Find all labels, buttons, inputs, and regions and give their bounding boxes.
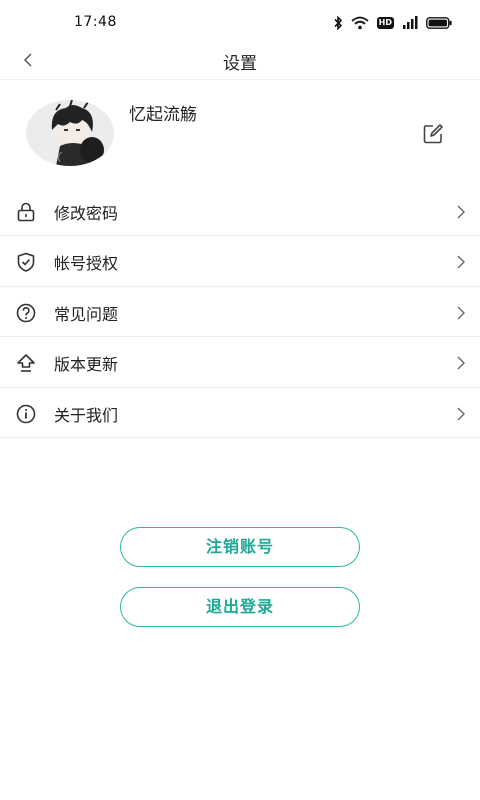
nav-divider xyxy=(0,79,480,80)
info-circle-icon xyxy=(16,404,36,423)
chevron-right-icon xyxy=(457,356,465,370)
menu-item-label: 关于我们 xyxy=(54,405,119,425)
settings-menu: 修改密码 帐号授权 常见问题 版本更新 关于我们 xyxy=(0,186,480,438)
edit-icon[interactable] xyxy=(421,122,445,146)
chevron-right-icon xyxy=(457,205,465,219)
signal-icon xyxy=(403,16,418,29)
menu-item-label: 帐号授权 xyxy=(54,254,119,274)
cancel-account-button[interactable]: 注销账号 xyxy=(120,527,360,567)
wifi-icon xyxy=(351,16,369,30)
logout-button[interactable]: 退出登录 xyxy=(120,587,360,627)
chevron-right-icon xyxy=(457,407,465,421)
menu-item-version-update[interactable]: 版本更新 xyxy=(0,337,480,388)
menu-item-account-authorization[interactable]: 帐号授权 xyxy=(0,236,480,287)
avatar-illustration-icon xyxy=(26,100,114,166)
question-circle-icon xyxy=(16,303,36,323)
bluetooth-icon xyxy=(334,16,342,30)
lock-icon xyxy=(17,202,35,222)
chevron-right-icon xyxy=(457,255,465,269)
menu-item-label: 常见问题 xyxy=(54,304,119,324)
upload-arrow-icon xyxy=(17,354,35,372)
user-nickname: 忆起流觞 xyxy=(129,105,197,125)
status-bar: 17:48 HD xyxy=(0,0,480,44)
chevron-right-icon xyxy=(457,306,465,320)
status-time: 17:48 xyxy=(74,14,117,30)
shield-check-icon xyxy=(17,253,35,273)
menu-item-change-password[interactable]: 修改密码 xyxy=(0,186,480,237)
avatar[interactable] xyxy=(26,100,114,166)
menu-item-label: 修改密码 xyxy=(54,204,119,223)
page-title: 设置 xyxy=(223,54,257,74)
battery-icon xyxy=(426,17,452,29)
status-icons: HD xyxy=(333,14,452,32)
hd-icon: HD xyxy=(376,17,394,29)
menu-item-about-us[interactable]: 关于我们 xyxy=(0,388,480,438)
menu-item-label: 版本更新 xyxy=(54,355,119,375)
nav-bar: 设置 xyxy=(0,44,480,80)
profile-section: 忆起流觞 xyxy=(0,82,480,184)
menu-item-faq[interactable]: 常见问题 xyxy=(0,287,480,338)
